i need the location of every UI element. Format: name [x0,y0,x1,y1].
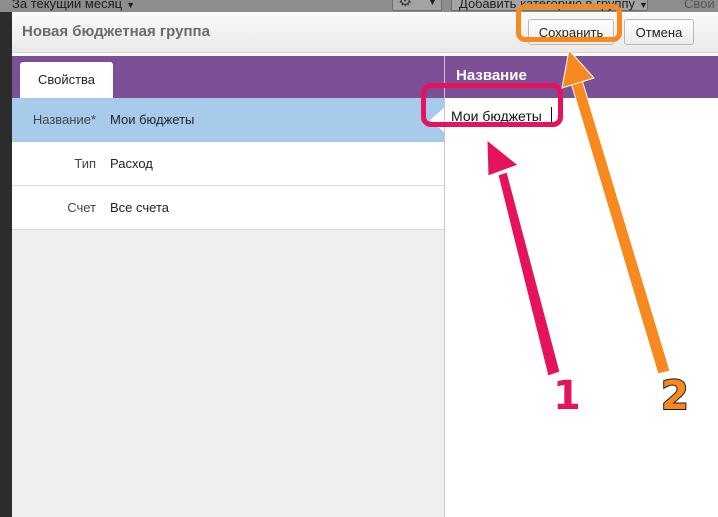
new-budget-group-dialog: Новая бюджетная группа Сохранить Отмена … [12,12,718,517]
name-input-highlight [421,83,563,127]
tab-properties[interactable]: Свойства [20,62,113,98]
chevron-down-icon: ▼ [428,0,437,7]
cancel-button[interactable]: Отмена [624,19,694,45]
property-row-type[interactable]: Тип Расход [12,142,444,186]
property-label: Тип [74,156,96,171]
property-value: Все счета [110,200,169,215]
property-value: Мои бюджеты [110,112,195,127]
save-button-highlight [516,4,622,42]
gear-icon: ⚙ [398,0,413,10]
chevron-down-icon: ▼ [126,0,135,10]
property-value: Расход [110,156,153,171]
properties-list: Название* Мои бюджеты Тип Расход Счет Вс… [12,98,444,230]
period-dropdown: За текущий месяц ▼ [12,0,135,11]
editor-header-label: Название [456,67,527,84]
chevron-down-icon: ▼ [638,0,648,10]
property-label: Название* [32,112,96,127]
properties-empty-area [12,230,444,517]
step-number-1: 1 [552,372,582,420]
background-cut-label: Свой [684,0,715,11]
property-row-name[interactable]: Название* Мои бюджеты [12,98,444,142]
property-row-account[interactable]: Счет Все счета [12,186,444,230]
dialog-title: Новая бюджетная группа [22,23,210,40]
property-label: Счет [67,200,96,215]
step-number-2: 2 [660,372,690,420]
